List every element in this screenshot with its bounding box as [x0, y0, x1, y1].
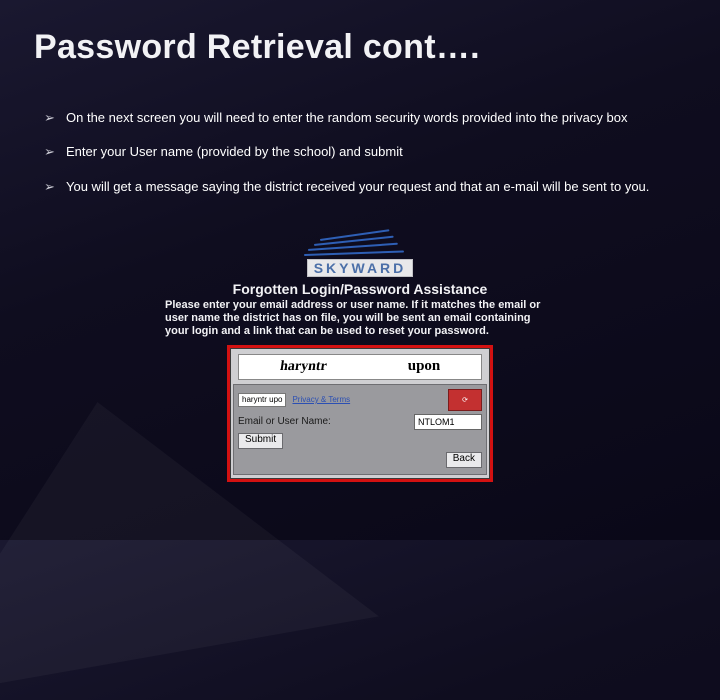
page-title: Password Retrieval cont…. [34, 28, 480, 67]
swoosh-icon [300, 235, 420, 259]
list-item: ➢ You will get a message saying the dist… [44, 179, 654, 195]
back-button[interactable]: Back [446, 452, 482, 468]
bullet-text: You will get a message saying the distri… [66, 179, 654, 195]
recovery-form: haryntr upon haryntr upo Privacy & Terms… [227, 345, 493, 482]
list-item: ➢ Enter your User name (provided by the … [44, 144, 654, 160]
captcha-image: haryntr upon [238, 354, 482, 380]
captcha-word-1: haryntr [279, 359, 328, 375]
form-body: haryntr upo Privacy & Terms ⟳ Email or U… [233, 384, 487, 475]
screenshot-panel: SKYWARD Forgotten Login/Password Assista… [160, 235, 560, 482]
list-item: ➢ On the next screen you will need to en… [44, 110, 654, 126]
chevron-right-icon: ➢ [44, 110, 66, 126]
privacy-input[interactable]: haryntr upo [238, 393, 286, 407]
logo-text: SKYWARD [307, 259, 414, 277]
recaptcha-icon: ⟳ [448, 389, 482, 411]
submit-button[interactable]: Submit [238, 433, 283, 449]
captcha-word-2: upon [408, 358, 441, 375]
privacy-terms-link[interactable]: Privacy & Terms [290, 395, 352, 404]
chevron-right-icon: ➢ [44, 144, 66, 160]
panel-subtitle: Forgotten Login/Password Assistance [160, 281, 560, 297]
chevron-right-icon: ➢ [44, 179, 66, 195]
email-field[interactable]: NTLOM1 [414, 414, 482, 430]
bullet-list: ➢ On the next screen you will need to en… [44, 110, 654, 213]
email-label: Email or User Name: [238, 416, 331, 427]
bullet-text: On the next screen you will need to ente… [66, 110, 654, 126]
skyward-logo: SKYWARD [160, 235, 560, 277]
panel-instructions: Please enter your email address or user … [165, 299, 555, 339]
bullet-text: Enter your User name (provided by the sc… [66, 144, 654, 160]
